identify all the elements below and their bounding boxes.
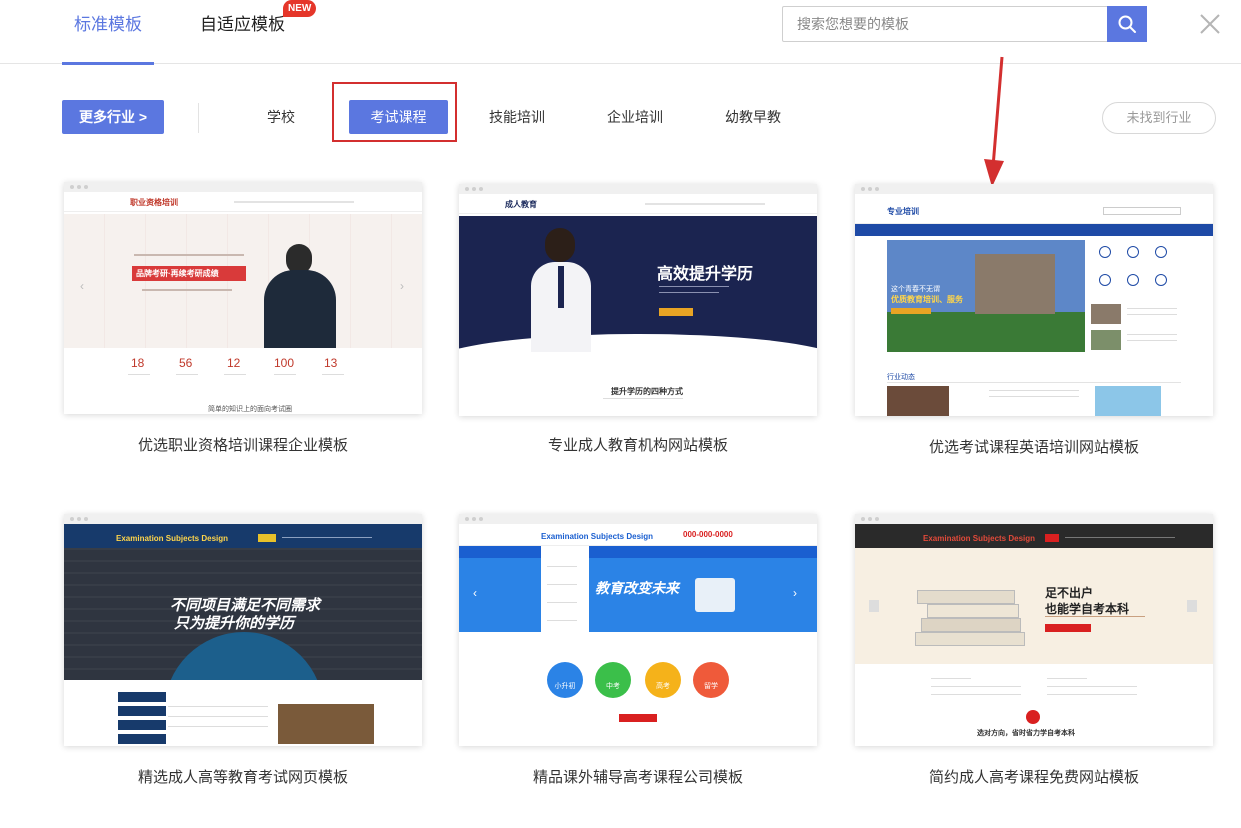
preview-section-title: 提升学历的四种方式 — [611, 387, 683, 396]
preview-footer-text: 简单的知识上的面向考试圈 — [208, 406, 292, 413]
preview-logo: 成人教育 — [505, 200, 537, 209]
template-title[interactable]: 专业成人教育机构网站模板 — [459, 434, 817, 455]
preview-logo: Examination Subjects Design — [541, 532, 654, 541]
template-card[interactable]: Examination Subjects Design 不同项目满足不同需求 只… — [64, 514, 422, 804]
preview-circle: 高考 — [645, 662, 681, 698]
preview-stat: 13 — [324, 356, 338, 370]
template-preview[interactable]: 成人教育 高效提升学历 提升学历的四种方式 — [459, 184, 817, 416]
preview-banner-line1: 这个青春不无谓 — [891, 286, 940, 293]
red-arrow-annotation — [984, 56, 1004, 187]
preview-logo: 职业资格培训 — [130, 198, 178, 207]
preview-phone: 000-000-0000 — [683, 530, 733, 539]
template-title[interactable]: 简约成人高考课程免费网站模板 — [855, 766, 1213, 787]
preview-footer-text: 选对方向，省时省力学自考本科 — [977, 730, 1075, 737]
category-school[interactable]: 学校 — [258, 100, 304, 134]
preview-stat: 12 — [227, 356, 241, 370]
preview-stat: 18 — [131, 356, 145, 370]
search-input[interactable] — [783, 7, 1107, 41]
category-exam-courses[interactable]: 考试课程 — [349, 100, 448, 134]
preview-stat: 100 — [274, 356, 295, 370]
template-title[interactable]: 优选考试课程英语培训网站模板 — [855, 436, 1213, 457]
template-card[interactable]: 专业培训 这个青春不无谓 优质教育培训、服务 行业动态 优选考试课程英语培训网站… — [855, 184, 1213, 474]
template-title[interactable]: 优选职业资格培训课程企业模板 — [64, 434, 422, 455]
close-icon — [1200, 14, 1220, 34]
preview-logo: Examination Subjects Design — [923, 534, 1036, 543]
new-badge: NEW — [283, 0, 317, 17]
search-box — [782, 6, 1147, 42]
preview-circle: 留学 — [693, 662, 729, 698]
template-title[interactable]: 精选成人高等教育考试网页模板 — [64, 766, 422, 787]
top-tab-bar: 标准模板 自适应模板 NEW — [0, 0, 1241, 65]
search-icon — [1118, 15, 1136, 33]
industry-not-found-button[interactable]: 未找到行业 — [1102, 102, 1216, 134]
preview-logo: 专业培训 — [887, 207, 919, 216]
template-card[interactable]: 成人教育 高效提升学历 提升学历的四种方式 专业成人教育机构网站模板 — [459, 184, 817, 474]
preview-section-title: 行业动态 — [887, 374, 915, 381]
template-card[interactable]: 职业资格培训 品牌考研·再续考研成绩 ‹ › 18 56 12 100 13 简… — [64, 182, 422, 472]
tab-adaptive-templates[interactable]: 自适应模板 — [200, 14, 285, 64]
category-enterprise-training[interactable]: 企业培训 — [598, 100, 672, 134]
close-button[interactable] — [1198, 12, 1222, 36]
template-preview[interactable]: Examination Subjects Design 不同项目满足不同需求 只… — [64, 514, 422, 746]
preview-line1: 足不出户 — [1045, 586, 1094, 600]
tab-standard-templates[interactable]: 标准模板 — [62, 14, 154, 65]
preview-banner-line2: 优质教育培训、服务 — [891, 295, 963, 304]
preview-slogan: 品牌考研·再续考研成绩 — [136, 269, 219, 278]
preview-circle: 小升初 — [547, 662, 583, 698]
template-card[interactable]: Examination Subjects Design 000-000-0000… — [459, 514, 817, 804]
more-industries-button[interactable]: 更多行业 > — [62, 100, 164, 134]
category-early-education[interactable]: 幼教早教 — [716, 100, 790, 134]
template-preview[interactable]: 专业培训 这个青春不无谓 优质教育培训、服务 行业动态 — [855, 184, 1213, 416]
preview-line2: 也能学自考本科 — [1045, 602, 1130, 616]
search-button[interactable] — [1107, 6, 1147, 42]
preview-line2: 只为提升你的学历 — [174, 615, 295, 632]
template-preview[interactable]: Examination Subjects Design 000-000-0000… — [459, 514, 817, 746]
template-preview[interactable]: Examination Subjects Design 足不出户 也能学自考本科… — [855, 514, 1213, 746]
template-preview[interactable]: 职业资格培训 品牌考研·再续考研成绩 ‹ › 18 56 12 100 13 简… — [64, 182, 422, 414]
preview-headline: 教育改变未来 — [595, 580, 679, 596]
template-card[interactable]: Examination Subjects Design 足不出户 也能学自考本科… — [855, 514, 1213, 804]
filter-divider — [198, 103, 199, 133]
category-skill-training[interactable]: 技能培训 — [480, 100, 554, 134]
preview-logo: Examination Subjects Design — [116, 534, 229, 543]
preview-headline: 高效提升学历 — [657, 266, 754, 283]
template-title[interactable]: 精品课外辅导高考课程公司模板 — [459, 766, 817, 787]
preview-stat: 56 — [179, 356, 193, 370]
preview-circle: 中考 — [595, 662, 631, 698]
